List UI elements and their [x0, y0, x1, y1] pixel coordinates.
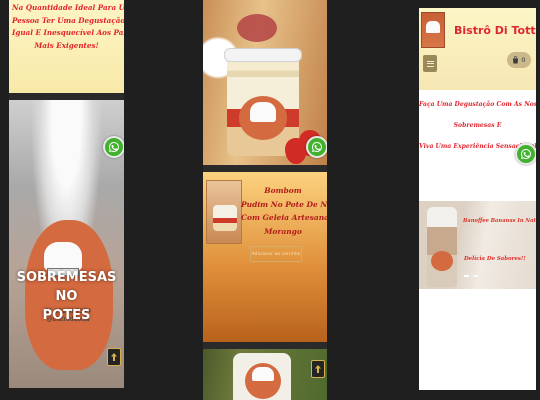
banner-tagline: Delícia De Sabores!!	[464, 256, 526, 262]
whatsapp-icon	[312, 142, 322, 152]
product-title-line: Bombom	[264, 186, 302, 195]
product-thumbnail[interactable]	[206, 180, 242, 244]
intro-line: Mais Exigentes!	[34, 40, 99, 50]
whatsapp-button[interactable]	[515, 143, 536, 165]
intro-line: Na Quantidade Ideal Para Uma	[12, 3, 124, 12]
hamburger-menu-icon	[426, 60, 434, 62]
scroll-to-top-button[interactable]	[311, 360, 325, 378]
add-to-cart-button[interactable]: Adicionar ao carrinho	[250, 246, 302, 262]
menu-button[interactable]	[423, 55, 437, 72]
flower-decoration	[237, 14, 277, 42]
product-title-line: Pudim No Pote De Ninho	[241, 199, 327, 209]
whatsapp-icon	[109, 142, 119, 152]
hamburger-menu-icon	[426, 65, 434, 67]
slider-dot[interactable]	[464, 275, 469, 277]
arrow-up-icon	[111, 353, 117, 361]
cart-count: 0	[521, 56, 526, 64]
right-page-view: Bistrô Di Totta 0 Faça Uma Degustação Co…	[419, 8, 536, 390]
intro-line: Pessoa Ter Uma Degustação Sem	[12, 15, 124, 25]
hamburger-menu-icon	[426, 63, 434, 64]
shopping-bag-icon	[513, 56, 519, 64]
promo-banner-slider[interactable]: Banoffee Bananas In Natura Delícia De Sa…	[419, 201, 536, 289]
product-title-line: Com Geleia Artesanal De	[241, 213, 327, 223]
arrow-up-icon	[315, 365, 321, 373]
intro-line: Igual E Inesquecível Aos Paladares	[12, 28, 124, 37]
scroll-to-top-button[interactable]	[107, 348, 121, 366]
whatsapp-button[interactable]	[103, 136, 124, 158]
slider-dots	[464, 275, 478, 277]
cup-logo	[431, 251, 453, 271]
chef-hat-logo	[252, 367, 274, 381]
banoffee-cup	[427, 207, 457, 287]
brand-name[interactable]: Bistrô Di Totta	[454, 24, 536, 37]
chef-hat-logo	[250, 102, 276, 122]
hero-title: SOBREMESAS NO POTES	[9, 268, 124, 325]
hero-title-line: SOBREMESAS NO	[16, 270, 117, 304]
next-product-photo	[203, 349, 327, 400]
chef-hat-logo	[44, 242, 82, 270]
welcome-line: Faça Uma Degustação Com As Nossas	[419, 101, 536, 108]
banner-headline: Banoffee Bananas In Natura	[463, 218, 536, 224]
site-header: Bistrô Di Totta 0	[419, 8, 536, 90]
slider-dot[interactable]	[473, 275, 478, 277]
whatsapp-button[interactable]	[306, 136, 327, 158]
jar-lid	[224, 48, 302, 62]
welcome-line: Sobremesas E	[453, 122, 502, 129]
intro-text-band: Na Quantidade Ideal Para Uma Pessoa Ter …	[9, 0, 124, 93]
hero-title-line: POTES	[42, 308, 91, 323]
product-title[interactable]: Bombom Pudim No Pote De Ninho Com Geleia…	[241, 184, 327, 238]
middle-page-view: Bombom Pudim No Pote De Ninho Com Geleia…	[203, 0, 327, 400]
cart-button[interactable]: 0	[507, 52, 531, 68]
left-page-view: Na Quantidade Ideal Para Uma Pessoa Ter …	[9, 0, 124, 388]
product-title-line: Morango	[264, 226, 302, 236]
whatsapp-icon	[521, 149, 531, 159]
chef-hat-logo	[426, 21, 440, 33]
